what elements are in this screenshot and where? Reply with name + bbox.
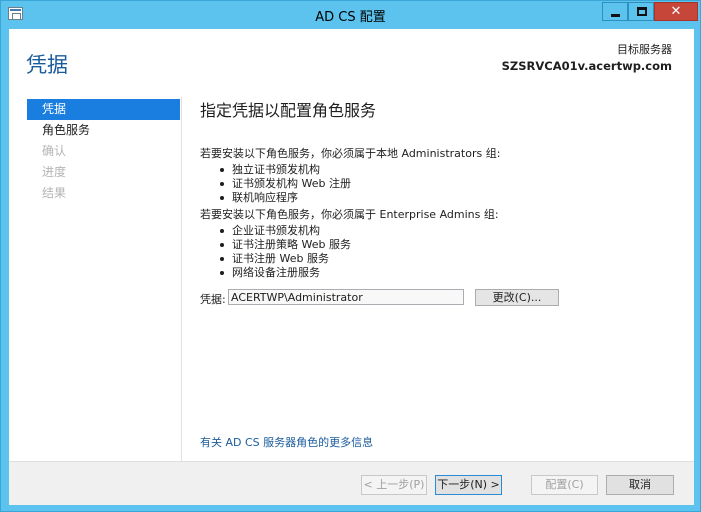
change-credentials-button[interactable]: 更改(C)... bbox=[475, 289, 559, 306]
configure-button[interactable]: 配置(C) bbox=[531, 475, 598, 495]
list-item: 证书颁发机构 Web 注册 bbox=[218, 177, 680, 191]
nav-item-credentials[interactable]: 凭据 bbox=[27, 99, 180, 120]
nav-item-progress: 进度 bbox=[42, 165, 67, 179]
minimize-icon bbox=[611, 14, 620, 17]
wizard-footer: < 上一步(P) 下一步(N) > 配置(C) 取消 bbox=[9, 461, 694, 505]
minimize-button[interactable] bbox=[602, 2, 628, 21]
local-admin-service-list: 独立证书颁发机构 证书颁发机构 Web 注册 联机响应程序 bbox=[200, 163, 680, 205]
nav-item-results: 结果 bbox=[42, 186, 67, 200]
nav-item-confirmation: 确认 bbox=[42, 144, 67, 158]
wizard-nav: 凭据 角色服务 确认 进度 结果 bbox=[27, 99, 180, 204]
more-info-link[interactable]: 有关 AD CS 服务器角色的更多信息 bbox=[200, 434, 373, 450]
close-button[interactable]: ✕ bbox=[654, 2, 698, 21]
list-item: 网络设备注册服务 bbox=[218, 266, 680, 280]
enterprise-admin-service-list: 企业证书颁发机构 证书注册策略 Web 服务 证书注册 Web 服务 网络设备注… bbox=[200, 224, 680, 280]
previous-button[interactable]: < 上一步(P) bbox=[361, 475, 427, 495]
maximize-icon bbox=[637, 7, 647, 16]
nav-divider bbox=[181, 97, 182, 461]
target-server-name: SZSRVCA01v.acertwp.com bbox=[501, 59, 672, 73]
credentials-row: 凭据: 更改(C)... bbox=[200, 289, 680, 307]
enterprise-admin-intro: 若要安装以下角色服务，你必须属于 Enterprise Admins 组: bbox=[200, 208, 499, 221]
list-item: 证书注册策略 Web 服务 bbox=[218, 238, 680, 252]
content-heading: 指定凭据以配置角色服务 bbox=[200, 101, 377, 120]
main-content: 指定凭据以配置角色服务 若要安装以下角色服务，你必须属于本地 Administr… bbox=[200, 97, 680, 457]
local-admin-intro: 若要安装以下角色服务，你必须属于本地 Administrators 组: bbox=[200, 147, 501, 160]
list-item: 独立证书颁发机构 bbox=[218, 163, 680, 177]
nav-item-role-services[interactable]: 角色服务 bbox=[27, 120, 180, 141]
list-item: 证书注册 Web 服务 bbox=[218, 252, 680, 266]
target-server-label: 目标服务器 bbox=[617, 43, 672, 56]
close-icon: ✕ bbox=[670, 4, 682, 19]
next-button[interactable]: 下一步(N) > bbox=[435, 475, 502, 495]
page-title: 凭据 bbox=[26, 53, 68, 77]
cancel-button[interactable]: 取消 bbox=[606, 475, 674, 495]
credentials-field[interactable] bbox=[228, 289, 464, 305]
dialog-client-area: 凭据 目标服务器 SZSRVCA01v.acertwp.com 凭据 角色服务 … bbox=[9, 29, 694, 505]
list-item: 联机响应程序 bbox=[218, 191, 680, 205]
maximize-button[interactable] bbox=[628, 2, 654, 21]
credentials-label: 凭据: bbox=[200, 293, 226, 306]
window-title: AD CS 配置 bbox=[315, 10, 386, 25]
list-item: 企业证书颁发机构 bbox=[218, 224, 680, 238]
title-bar[interactable]: AD CS 配置 ✕ bbox=[1, 1, 700, 28]
window-frame: AD CS 配置 ✕ 凭据 目标服务器 SZSRVCA01v.acertwp.c… bbox=[0, 0, 701, 512]
